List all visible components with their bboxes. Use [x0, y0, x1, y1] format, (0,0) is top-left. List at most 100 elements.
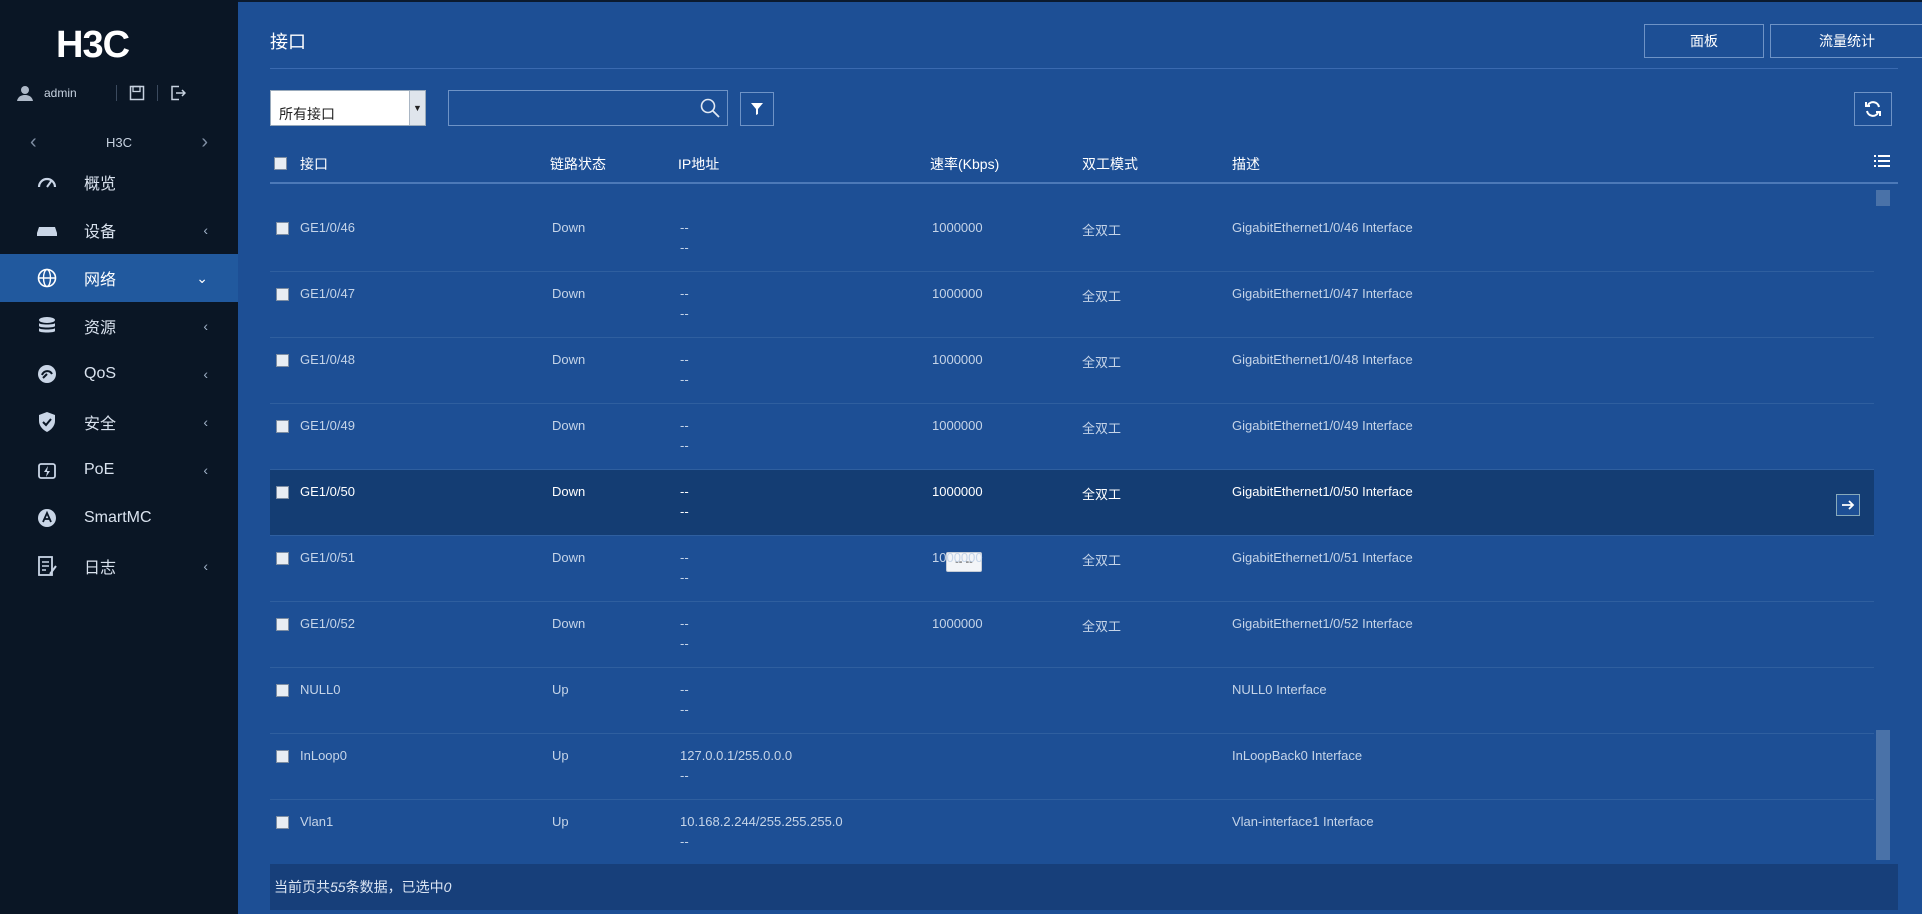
table-row[interactable]: GE1/0/47 Down -- -- 1000000 全双工 GigabitE…: [270, 272, 1874, 338]
row-checkbox[interactable]: [276, 684, 289, 697]
cell-description: InLoopBack0 Interface: [1232, 748, 1363, 763]
chevron-left-icon: ‹: [203, 222, 208, 238]
menu-label: 设备: [84, 224, 117, 241]
select-all-checkbox[interactable]: [274, 157, 287, 170]
save-icon[interactable]: [117, 85, 157, 101]
cell-interface: GE1/0/49: [300, 418, 355, 433]
column-header-duplex[interactable]: 双工模式: [1082, 154, 1138, 174]
cell-duplex: 全双工: [1082, 355, 1122, 370]
chevron-left-icon[interactable]: ‹: [30, 131, 37, 154]
chevron-left-icon: ‹: [203, 462, 208, 478]
cell-interface: GE1/0/46: [300, 220, 355, 235]
divider: [270, 68, 1898, 69]
menu-item-resource[interactable]: 资源 ‹: [0, 302, 238, 350]
menu-label: SmartMC: [84, 509, 152, 526]
cell-description: GigabitEthernet1/0/52 Interface: [1232, 616, 1413, 631]
cell-status: Up: [552, 748, 569, 763]
menu-item-qos[interactable]: QoS ‹: [0, 350, 238, 398]
device-switcher: ‹ H3C ›: [0, 130, 238, 154]
logout-icon[interactable]: [158, 85, 198, 101]
table-header: 接口 链路状态 IP地址 速率(Kbps) 双工模式 描述: [270, 148, 1898, 184]
menu-label: 资源: [84, 320, 117, 337]
log-icon: [36, 555, 58, 577]
cell-ip-secondary: --: [680, 768, 689, 783]
refresh-button[interactable]: [1854, 92, 1892, 126]
table-row[interactable]: NULL0 Up -- -- NULL0 Interface: [270, 668, 1874, 734]
row-checkbox[interactable]: [276, 288, 289, 301]
table-row[interactable]: GE1/0/51 Down -- -- -- -- 1000000 全双工 Gi…: [270, 536, 1874, 602]
cell-interface: NULL0: [300, 682, 341, 697]
cell-status: Down: [552, 484, 586, 499]
table-row[interactable]: GE1/0/52 Down -- -- 1000000 全双工 GigabitE…: [270, 602, 1874, 668]
panel-button[interactable]: 面板: [1644, 24, 1764, 58]
menu-item-security[interactable]: 安全 ‹: [0, 398, 238, 446]
row-detail-button[interactable]: [1836, 494, 1860, 516]
cell-description: GigabitEthernet1/0/51 Interface: [1232, 550, 1413, 565]
side-menu: 概览 设备 ‹ 网络 ⌄ 资源 ‹ QoS ‹ 安全 ‹ PoE ‹ Smart…: [0, 158, 238, 590]
cell-description: GigabitEthernet1/0/46 Interface: [1232, 220, 1413, 235]
scrollbar-top-block[interactable]: [1876, 190, 1890, 206]
column-header-link-status[interactable]: 链路状态: [550, 154, 606, 174]
user-bar: admin: [0, 80, 238, 106]
interface-type-select[interactable]: 所有接口 ▼: [270, 90, 426, 126]
cell-description: GigabitEthernet1/0/49 Interface: [1232, 418, 1413, 433]
menu-label: QoS: [84, 365, 117, 382]
column-header-ip[interactable]: IP地址: [678, 154, 719, 174]
cell-ip-secondary: --: [680, 240, 689, 255]
traffic-stats-button[interactable]: 流量统计: [1770, 24, 1922, 58]
database-icon: [36, 315, 58, 337]
column-settings-icon[interactable]: [1874, 154, 1890, 171]
table-row-selected[interactable]: GE1/0/50 Down -- -- 1000000 全双工 GigabitE…: [270, 470, 1874, 536]
menu-item-log[interactable]: 日志 ‹: [0, 542, 238, 590]
row-checkbox[interactable]: [276, 552, 289, 565]
menu-item-device[interactable]: 设备 ‹: [0, 206, 238, 254]
scrollbar-thumb[interactable]: [1876, 730, 1890, 860]
shield-icon: [36, 411, 58, 433]
refresh-icon: [1865, 101, 1881, 117]
row-checkbox[interactable]: [276, 354, 289, 367]
cell-status: Up: [552, 814, 569, 829]
row-checkbox[interactable]: [276, 618, 289, 631]
cell-speed: 1000000: [932, 484, 983, 499]
dropdown-arrow-icon[interactable]: ▼: [409, 91, 425, 125]
row-checkbox[interactable]: [276, 420, 289, 433]
menu-item-overview[interactable]: 概览: [0, 158, 238, 206]
filter-icon: [751, 103, 763, 115]
cell-duplex: 全双工: [1082, 487, 1122, 502]
row-checkbox[interactable]: [276, 222, 289, 235]
cell-status: Down: [552, 418, 586, 433]
cell-speed: 1000000: [932, 616, 983, 631]
footer-count: 55: [330, 879, 346, 895]
search-input[interactable]: [448, 90, 728, 126]
table-row[interactable]: GE1/0/49 Down -- -- 1000000 全双工 GigabitE…: [270, 404, 1874, 470]
table-row[interactable]: GE1/0/48 Down -- -- 1000000 全双工 GigabitE…: [270, 338, 1874, 404]
table-row[interactable]: Vlan1 Up 10.168.2.244/255.255.255.0 -- V…: [270, 800, 1874, 866]
table-row[interactable]: GE1/0/46 Down -- -- 1000000 全双工 GigabitE…: [270, 206, 1874, 272]
column-header-description[interactable]: 描述: [1232, 154, 1260, 174]
cell-interface: GE1/0/48: [300, 352, 355, 367]
search-icon[interactable]: [699, 97, 721, 119]
menu-item-network[interactable]: 网络 ⌄: [0, 254, 238, 302]
main-content: 接口 面板 流量统计 所有接口 ▼ 接口 链路状态 IP地址 速率(Kbps) …: [238, 2, 1922, 914]
cell-description: Vlan-interface1 Interface: [1232, 814, 1374, 829]
column-header-speed[interactable]: 速率(Kbps): [930, 154, 999, 174]
cell-description: GigabitEthernet1/0/50 Interface: [1232, 484, 1413, 499]
table-scrollbar[interactable]: [1874, 186, 1892, 862]
row-checkbox[interactable]: [276, 750, 289, 763]
cell-ip-secondary: --: [680, 504, 689, 519]
table-row[interactable]: InLoop0 Up 127.0.0.1/255.0.0.0 -- InLoop…: [270, 734, 1874, 800]
user-icon: [16, 84, 34, 102]
chevron-right-icon[interactable]: ›: [201, 131, 208, 154]
row-checkbox[interactable]: [276, 486, 289, 499]
cell-ip-secondary: --: [680, 438, 689, 453]
cell-duplex: 全双工: [1082, 289, 1122, 304]
menu-item-poe[interactable]: PoE ‹: [0, 446, 238, 494]
filter-button[interactable]: [740, 92, 774, 126]
sidebar: H3C admin ‹ H3C › 概览 设备 ‹ 网络 ⌄ 资源 ‹ QoS …: [0, 0, 238, 914]
footer-middle: 条数据，已选中: [345, 879, 444, 895]
column-header-interface[interactable]: 接口: [300, 154, 328, 174]
menu-item-smartmc[interactable]: SmartMC: [0, 494, 238, 542]
row-checkbox[interactable]: [276, 816, 289, 829]
cell-status: Down: [552, 616, 586, 631]
menu-label: 安全: [84, 416, 117, 433]
